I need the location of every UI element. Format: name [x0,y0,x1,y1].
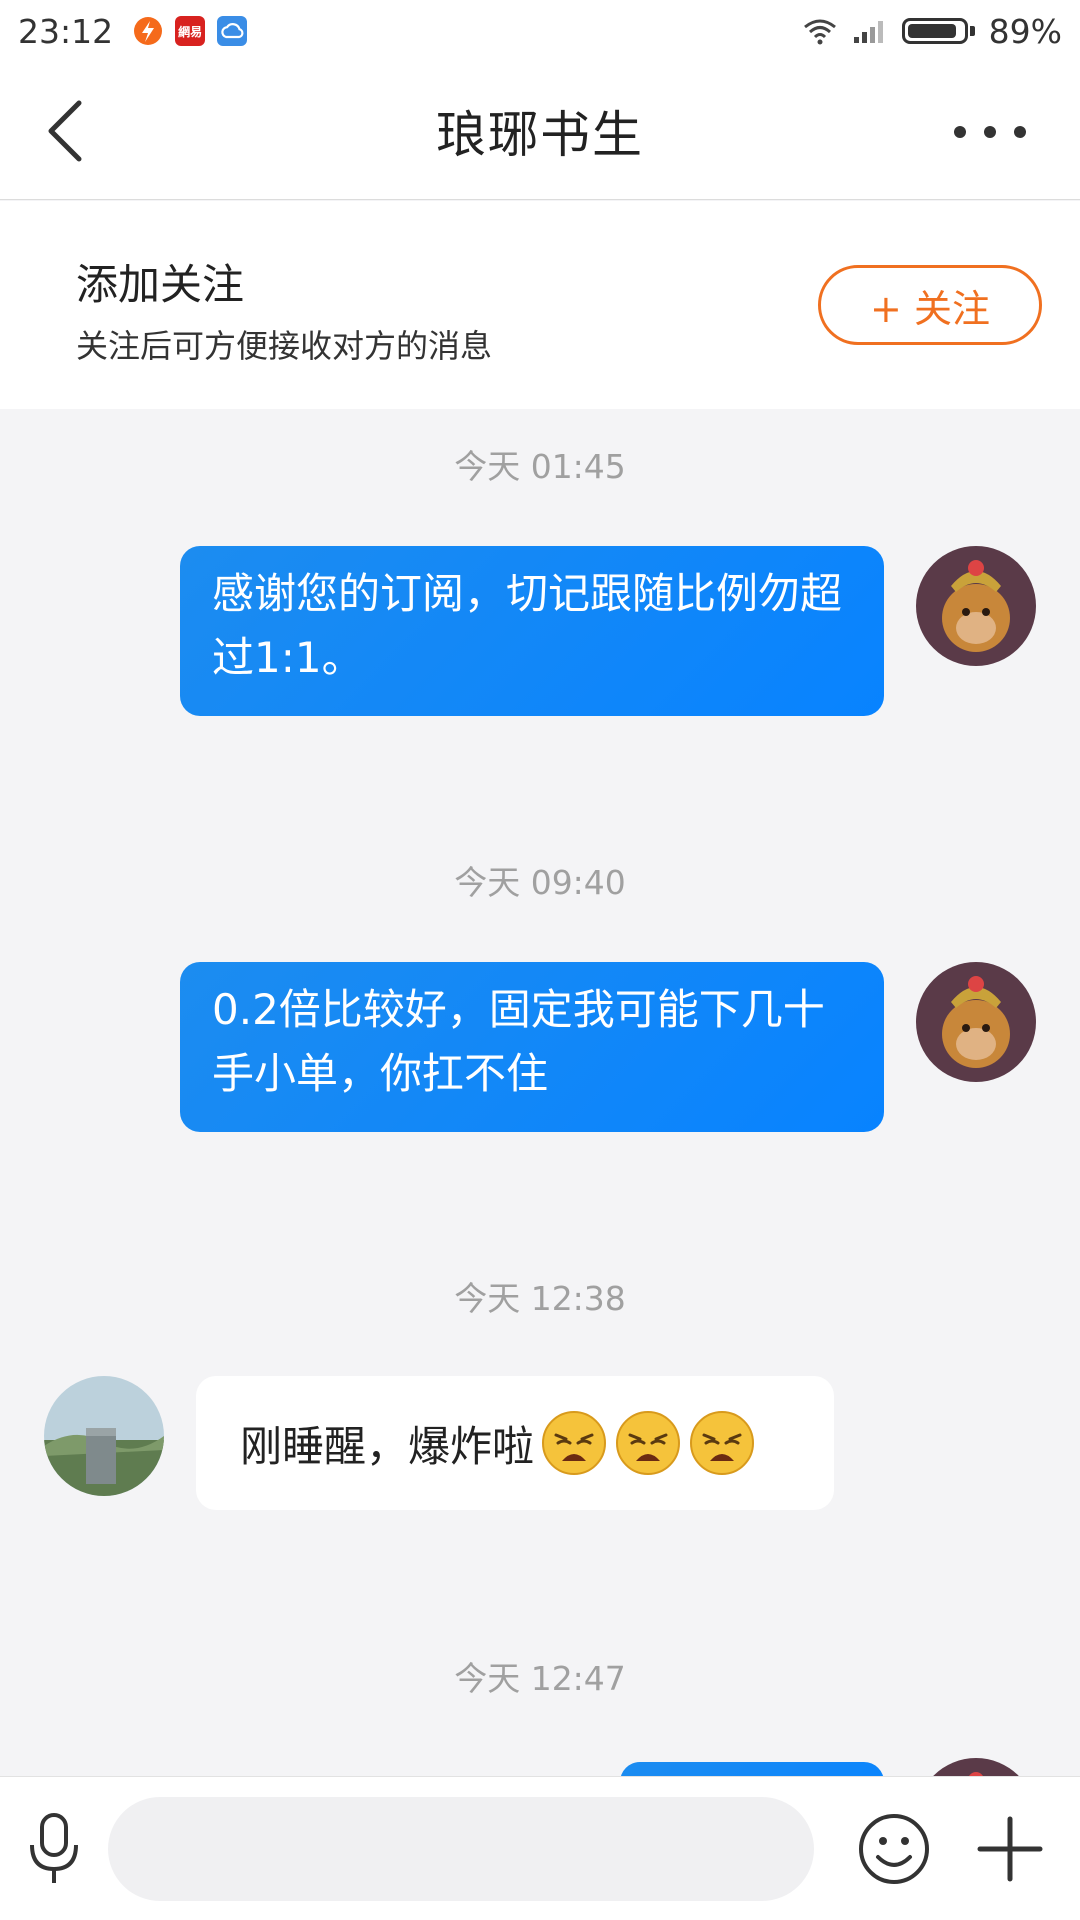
title-bar: 琅琊书生 [0,62,1080,200]
status-bar: 23:12 網易 89% [0,0,1080,62]
status-time: 23:12 [18,11,114,51]
plus-icon [977,1816,1043,1882]
message-timestamp: 今天 12:47 [454,1659,626,1698]
netease-app-icon: 網易 [175,16,206,46]
weary-face-emoji [542,1411,607,1475]
microphone-icon [30,1813,78,1883]
message-timestamp: 今天 12:38 [454,1279,626,1318]
weary-face-emoji [690,1411,755,1475]
follow-banner: 添加关注 关注后可方便接收对方的消息 + 关注 [0,201,1080,409]
flash-app-icon [133,16,164,46]
chat-screen: 23:12 網易 89% 琅琊书生 添加关注 关注后可方便接收对方的消息 + 关… [0,0,1080,1920]
my-avatar[interactable] [916,546,1036,666]
incoming-message-bubble[interactable]: 刚睡醒，爆炸啦 [196,1376,834,1510]
my-avatar[interactable] [916,962,1036,1082]
emoji-button[interactable] [856,1811,932,1887]
more-actions-button[interactable] [972,1811,1048,1887]
message-input-bar [0,1776,1080,1920]
message-timestamp: 今天 01:45 [454,447,626,486]
page-title: 琅琊书生 [436,105,644,164]
wifi-icon [803,19,836,45]
outgoing-message-bubble[interactable]: 0.2倍比较好，固定我可能下几十手小单，你扛不住 [180,962,884,1132]
message-input[interactable] [108,1797,814,1901]
message-timestamp: 今天 09:40 [454,863,626,902]
follow-subtext: 关注后可方便接收对方的消息 [76,327,493,365]
incoming-message-text: 刚睡醒，爆炸啦 [240,1421,535,1471]
battery-percent: 89% [988,11,1062,51]
more-button[interactable] [940,102,1040,162]
voice-button[interactable] [24,1811,84,1887]
follow-heading: 添加关注 [76,260,245,309]
contact-avatar[interactable] [44,1376,164,1496]
cloud-app-icon [217,16,248,46]
smiley-icon [859,1814,929,1884]
more-dots-icon [954,126,966,138]
weary-face-emoji [616,1411,681,1475]
follow-button[interactable]: + 关注 [818,265,1042,345]
battery-icon [901,18,975,44]
signal-icon [853,21,883,43]
outgoing-message-bubble[interactable]: 感谢您的订阅，切记跟随比例勿超过1:1。 [180,546,884,716]
back-button[interactable] [30,94,100,168]
status-right-group: 89% [802,12,1062,51]
chevron-left-icon [48,100,82,162]
